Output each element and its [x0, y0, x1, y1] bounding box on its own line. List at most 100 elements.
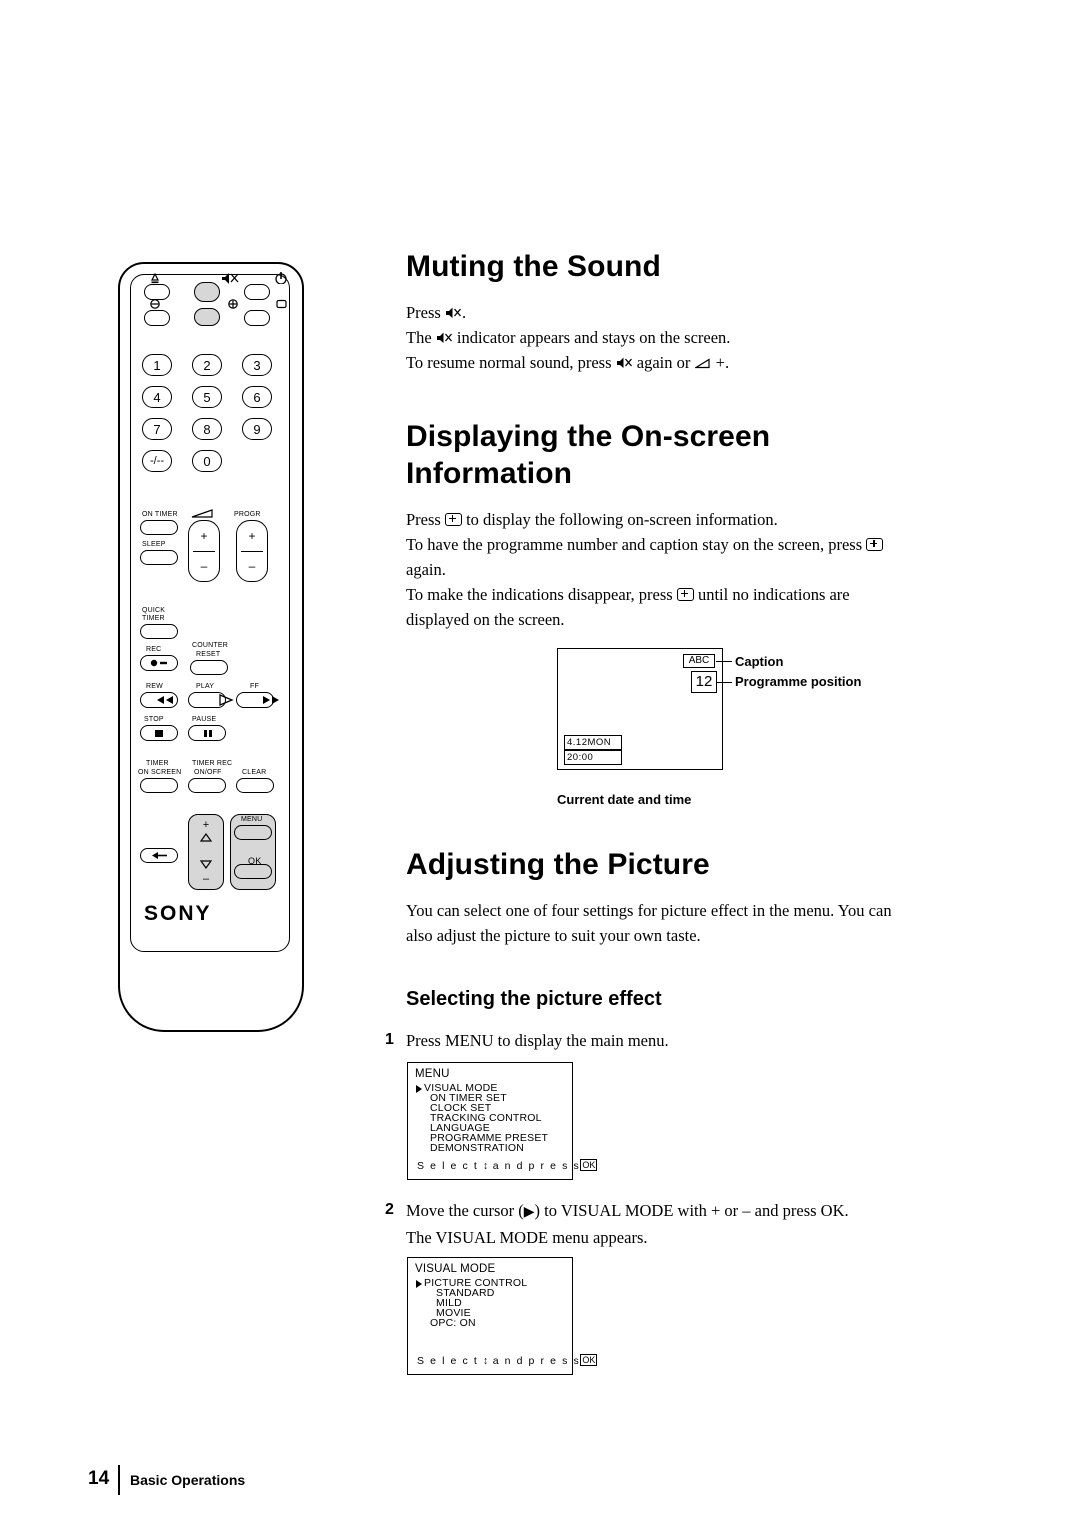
timer-on-screen-button[interactable]	[140, 778, 178, 793]
play-arrow-icon: ▶	[523, 1205, 535, 1220]
sleep-button[interactable]	[140, 550, 178, 565]
number-key-2[interactable]: 2	[192, 354, 222, 376]
visual-menu-item-opc[interactable]: OPC: ON	[430, 1317, 476, 1329]
display-icon	[866, 538, 884, 551]
step-2-line-1: Move the cursor (▶) to VISUAL MODE with …	[406, 1198, 1026, 1225]
mute-icon	[616, 352, 633, 368]
mute-icon	[436, 327, 453, 343]
number-key-7[interactable]: 7	[142, 418, 172, 440]
ok-button[interactable]	[234, 864, 272, 879]
tv-video-plus-button[interactable]	[194, 308, 220, 326]
volume-icon	[191, 509, 213, 518]
caption-leader-line	[716, 661, 732, 662]
page-number: 14	[88, 1468, 110, 1489]
visual-menu-footer-select: S e l e c t	[417, 1355, 479, 1367]
onscreen-body: Press to display the following on-screen…	[406, 507, 1026, 632]
progr-label: PROGR	[234, 511, 261, 518]
step-2-line-1a: Move the cursor (	[406, 1201, 524, 1220]
sleep-label: SLEEP	[142, 541, 166, 548]
onscreen-line-3: again.	[406, 560, 446, 579]
on-screen-label: ON SCREEN	[138, 769, 182, 776]
number-key-3[interactable]: 3	[242, 354, 272, 376]
pause-label: PAUSE	[192, 716, 217, 723]
heading-adjusting-the-picture: Adjusting the Picture	[406, 848, 710, 881]
display-icon	[676, 588, 694, 601]
menu-cursor-icon	[416, 1280, 422, 1288]
rew-label: REW	[146, 683, 163, 690]
muting-line-2: The indicator appears and stays on the s…	[406, 327, 731, 347]
timer-rec-label: TIMER REC	[192, 760, 233, 767]
number-key-6[interactable]: 6	[242, 386, 272, 408]
number-key-5[interactable]: 5	[192, 386, 222, 408]
top-row-icons	[151, 272, 287, 284]
quick-timer-label: TIMER	[142, 615, 165, 622]
number-key-1[interactable]: 1	[142, 354, 172, 376]
time-indicator: 20:00	[564, 750, 622, 765]
onscreen-line-4: To make the indications disappear, press…	[406, 585, 850, 604]
number-key-0[interactable]: 0	[192, 450, 222, 472]
footer-divider	[118, 1465, 120, 1495]
footer-section-name: Basic Operations	[130, 1472, 246, 1488]
tv-video-minus-button[interactable]	[144, 310, 170, 326]
number-key-8[interactable]: 8	[192, 418, 222, 440]
current-date-time-label: Current date and time	[557, 792, 692, 807]
caption-label: Caption	[735, 654, 784, 669]
rec-icon	[150, 659, 167, 667]
quick-label: QUICK	[142, 607, 166, 614]
main-menu-footer: S e l e c t ↕ a n d p r e s s OK	[417, 1159, 598, 1172]
heading-displaying-onscreen-line2: Information	[406, 457, 573, 490]
tv-video-button[interactable]	[244, 310, 270, 326]
main-menu-title: MENU	[415, 1068, 450, 1080]
back-arrow-icon	[152, 852, 167, 859]
step-2-number: 2	[385, 1201, 394, 1218]
date-indicator: 4.12MON	[564, 735, 622, 750]
volume-rocker[interactable]: + –	[188, 520, 220, 582]
step-1-number: 1	[385, 1031, 394, 1048]
main-menu-screen: MENU VISUAL MODE ON TIMER SET CLOCK SET …	[407, 1062, 598, 1180]
caption-indicator: ABC	[683, 654, 715, 668]
menu-button[interactable]	[234, 825, 272, 840]
display-icon	[444, 513, 462, 526]
clear-button[interactable]	[236, 778, 274, 793]
menu-label: MENU	[241, 816, 263, 823]
main-menu-footer-ok: OK	[580, 1159, 598, 1171]
main-menu-footer-select: S e l e c t	[417, 1160, 479, 1172]
programme-leader-line	[717, 682, 732, 683]
on-timer-button[interactable]	[140, 520, 178, 535]
mute-icon	[445, 302, 462, 318]
on-off-label: ON/OFF	[194, 769, 222, 776]
sony-logo: SONY	[144, 902, 212, 925]
number-key-4[interactable]: 4	[142, 386, 172, 408]
number-key-9[interactable]: 9	[242, 418, 272, 440]
visual-menu-footer-ok: OK	[580, 1354, 598, 1366]
number-key-dash[interactable]: -/--	[142, 450, 172, 472]
heading-displaying-onscreen-line1: Displaying the On-screen	[406, 420, 771, 453]
svg-text:–: –	[203, 873, 210, 885]
picture-line-2: also adjust the picture to suit your own…	[406, 926, 701, 945]
volume-icon	[693, 351, 712, 369]
muting-line-1: Press .	[406, 302, 467, 322]
programme-rocker[interactable]: + –	[236, 520, 268, 582]
menu-updown-icon: ↕	[482, 1160, 489, 1172]
visual-menu-footer: S e l e c t ↕ a n d p r e s s OK	[417, 1354, 598, 1367]
main-menu-item-demonstration[interactable]: DEMONSTRATION	[430, 1142, 524, 1154]
quick-timer-button[interactable]	[140, 624, 178, 639]
second-row-icons	[150, 299, 287, 309]
step-2-line-1b: ) to VISUAL MODE with + or – and press O…	[534, 1201, 849, 1220]
remote-control-illustration: 1 2 3 4 5 6 7 8 9 -/-- 0 ON TIMER SLEEP …	[118, 262, 308, 1042]
picture-body: You can select one of four settings for …	[406, 898, 1026, 948]
onscreen-line-5: displayed on the screen.	[406, 610, 565, 629]
visual-mode-menu-screen: VISUAL MODE PICTURE CONTROL STANDARD MIL…	[407, 1257, 598, 1375]
counter-reset-button[interactable]	[190, 660, 228, 675]
cursor-pad-icons: + –	[199, 819, 213, 885]
picture-line-1: You can select one of four settings for …	[406, 901, 892, 920]
visual-menu-footer-press: a n d p r e s s	[492, 1355, 581, 1367]
rec-label: REC	[146, 646, 162, 653]
reset-label: RESET	[196, 651, 221, 658]
onscreen-line-2: To have the programme number and caption…	[406, 532, 1026, 557]
clear-label: CLEAR	[242, 769, 267, 776]
step-2-text: Move the cursor (▶) to VISUAL MODE with …	[406, 1198, 1026, 1250]
counter-label: COUNTER	[192, 642, 229, 649]
step-1-text: Press MENU to display the main menu.	[406, 1031, 669, 1050]
timer-rec-onoff-button[interactable]	[188, 778, 226, 793]
